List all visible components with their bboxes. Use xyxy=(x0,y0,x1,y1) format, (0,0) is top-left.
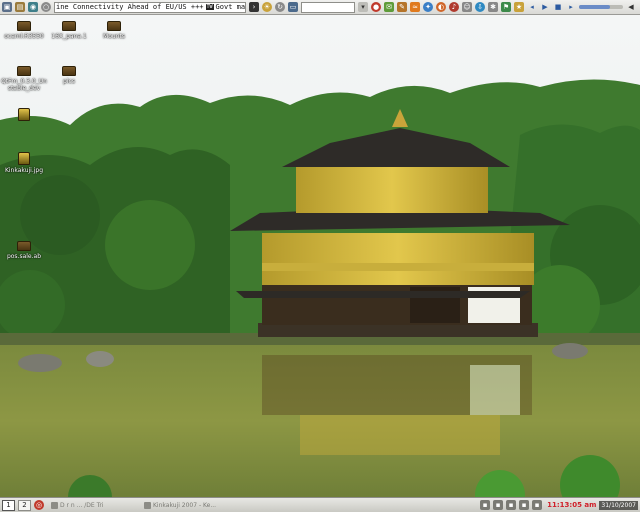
desktop-icon-16x-pana[interactable]: 16X_pana.1 xyxy=(45,21,93,40)
terminal-icon[interactable]: › xyxy=(249,2,259,12)
desktop-icon-label: QtFm_0.3.0_Unstable_dev xyxy=(1,78,47,92)
taskbar-item[interactable]: Kinkakuji 2007 - Ke... xyxy=(140,500,250,511)
taskbar-item-label: D r n ... /DE Tri xyxy=(60,501,104,509)
folder-icon xyxy=(17,66,31,76)
desktop-icon-label: ocaml.R3550 xyxy=(4,33,44,40)
computer-icon[interactable]: ▣ xyxy=(2,2,12,12)
chat-icon[interactable]: ✉ xyxy=(384,2,394,12)
chevron-down-icon[interactable]: ▾ xyxy=(358,2,368,12)
ticker-badge: TW xyxy=(205,4,214,10)
volume-slider[interactable] xyxy=(579,5,623,9)
desktop-icon-kinkakuji[interactable]: Kinkakuji.jpg xyxy=(0,152,48,174)
desktop-icon-label: pos.sale.ab xyxy=(6,253,42,260)
record-icon[interactable]: ● xyxy=(371,2,381,12)
wallpaper-kinkakuji xyxy=(0,15,640,497)
ticker-text-2: Govt may xyxy=(215,3,246,11)
image-file-icon xyxy=(18,152,30,165)
prev-icon[interactable]: ◂ xyxy=(527,2,537,12)
volume-fill xyxy=(579,5,610,9)
folder-icon xyxy=(62,66,76,76)
app-menu-icon[interactable]: ◎ xyxy=(34,500,44,510)
folder-icon xyxy=(107,21,121,31)
desktop-icon-label: pics xyxy=(63,78,75,85)
desktop-icon-pics[interactable]: pics xyxy=(45,66,93,85)
taskbar-item-label: Kinkakuji 2007 - Ke... xyxy=(153,501,217,509)
window-icon xyxy=(144,501,151,509)
globe-icon[interactable]: ○ xyxy=(41,2,51,12)
date[interactable]: 31/10/2007 xyxy=(599,500,638,510)
tray-icon-4[interactable]: ▪ xyxy=(519,500,530,510)
rss-icon[interactable]: ≈ xyxy=(410,2,420,12)
folder-icon xyxy=(62,21,76,31)
desktop-icon-label: Mounts xyxy=(103,33,125,40)
clock[interactable]: 11:13:05 am xyxy=(547,501,596,509)
network-icon[interactable]: ◉ xyxy=(28,2,38,12)
bottom-panel: 1 2 ◎ D r n ... /DE Tri Kinkakuji 2007 -… xyxy=(0,497,640,512)
tray-icon-5[interactable]: ▪ xyxy=(532,500,543,510)
flag-icon[interactable]: ⚑ xyxy=(501,2,511,12)
desktop[interactable]: ocaml.R3550 16X_pana.1 Mounts QtFm_0.3.0… xyxy=(0,15,640,497)
window-icon xyxy=(51,501,58,509)
user-icon[interactable]: ☺ xyxy=(462,2,472,12)
taskbar-item[interactable]: D r n ... /DE Tri xyxy=(47,500,137,511)
news-ticker[interactable]: ine Connectivity Ahead of EU/US +++ TW G… xyxy=(54,1,246,13)
desktop-icon-ocaml[interactable]: ocaml.R3550 xyxy=(0,21,48,40)
desktop-icon-label: Kinkakuji.jpg xyxy=(4,167,44,174)
folder-icon xyxy=(17,241,31,251)
tray-icon-1[interactable]: ▪ xyxy=(480,500,491,510)
monitor-icon[interactable]: ▭ xyxy=(288,2,298,12)
workspace-2-button[interactable]: 2 xyxy=(18,499,31,511)
tray-icon-3[interactable]: ▪ xyxy=(506,500,517,510)
desktop-icon-label: 16X_pana.1 xyxy=(51,33,87,40)
desktop-icon-qtfm[interactable]: QtFm_0.3.0_Unstable_dev xyxy=(0,66,48,92)
desktop-icon-pos[interactable]: pos.sale.ab xyxy=(0,241,48,260)
desktop-icon-mounts[interactable]: Mounts xyxy=(90,21,138,40)
stop-icon[interactable]: ■ xyxy=(553,2,563,12)
download-icon[interactable]: ⇩ xyxy=(475,2,485,12)
refresh-icon[interactable]: ↻ xyxy=(275,2,285,12)
tray-icon-2[interactable]: ▪ xyxy=(493,500,504,510)
tool-icon[interactable]: ✱ xyxy=(488,2,498,12)
desktop-icon-img1[interactable] xyxy=(0,108,48,123)
mail-icon[interactable]: ✎ xyxy=(397,2,407,12)
skype-icon[interactable]: ✦ xyxy=(423,2,433,12)
ticker-text: ine Connectivity Ahead of EU/US +++ xyxy=(56,3,204,11)
firefox-icon[interactable]: ◐ xyxy=(436,2,446,12)
music-icon[interactable]: ♪ xyxy=(449,2,459,12)
search-input[interactable] xyxy=(301,1,355,13)
play-icon[interactable]: ▶ xyxy=(540,2,550,12)
folder-icon xyxy=(17,21,31,31)
workspace-1-button[interactable]: 1 xyxy=(2,499,15,511)
image-file-icon xyxy=(18,108,30,121)
top-panel: ▣ ▤ ◉ ○ ine Connectivity Ahead of EU/US … xyxy=(0,0,640,15)
files-icon[interactable]: ▤ xyxy=(15,2,25,12)
speaker-icon[interactable]: ◀ xyxy=(626,2,636,12)
star-icon[interactable]: ★ xyxy=(514,2,524,12)
weather-icon[interactable]: ☀ xyxy=(262,2,272,12)
next-icon[interactable]: ▸ xyxy=(566,2,576,12)
